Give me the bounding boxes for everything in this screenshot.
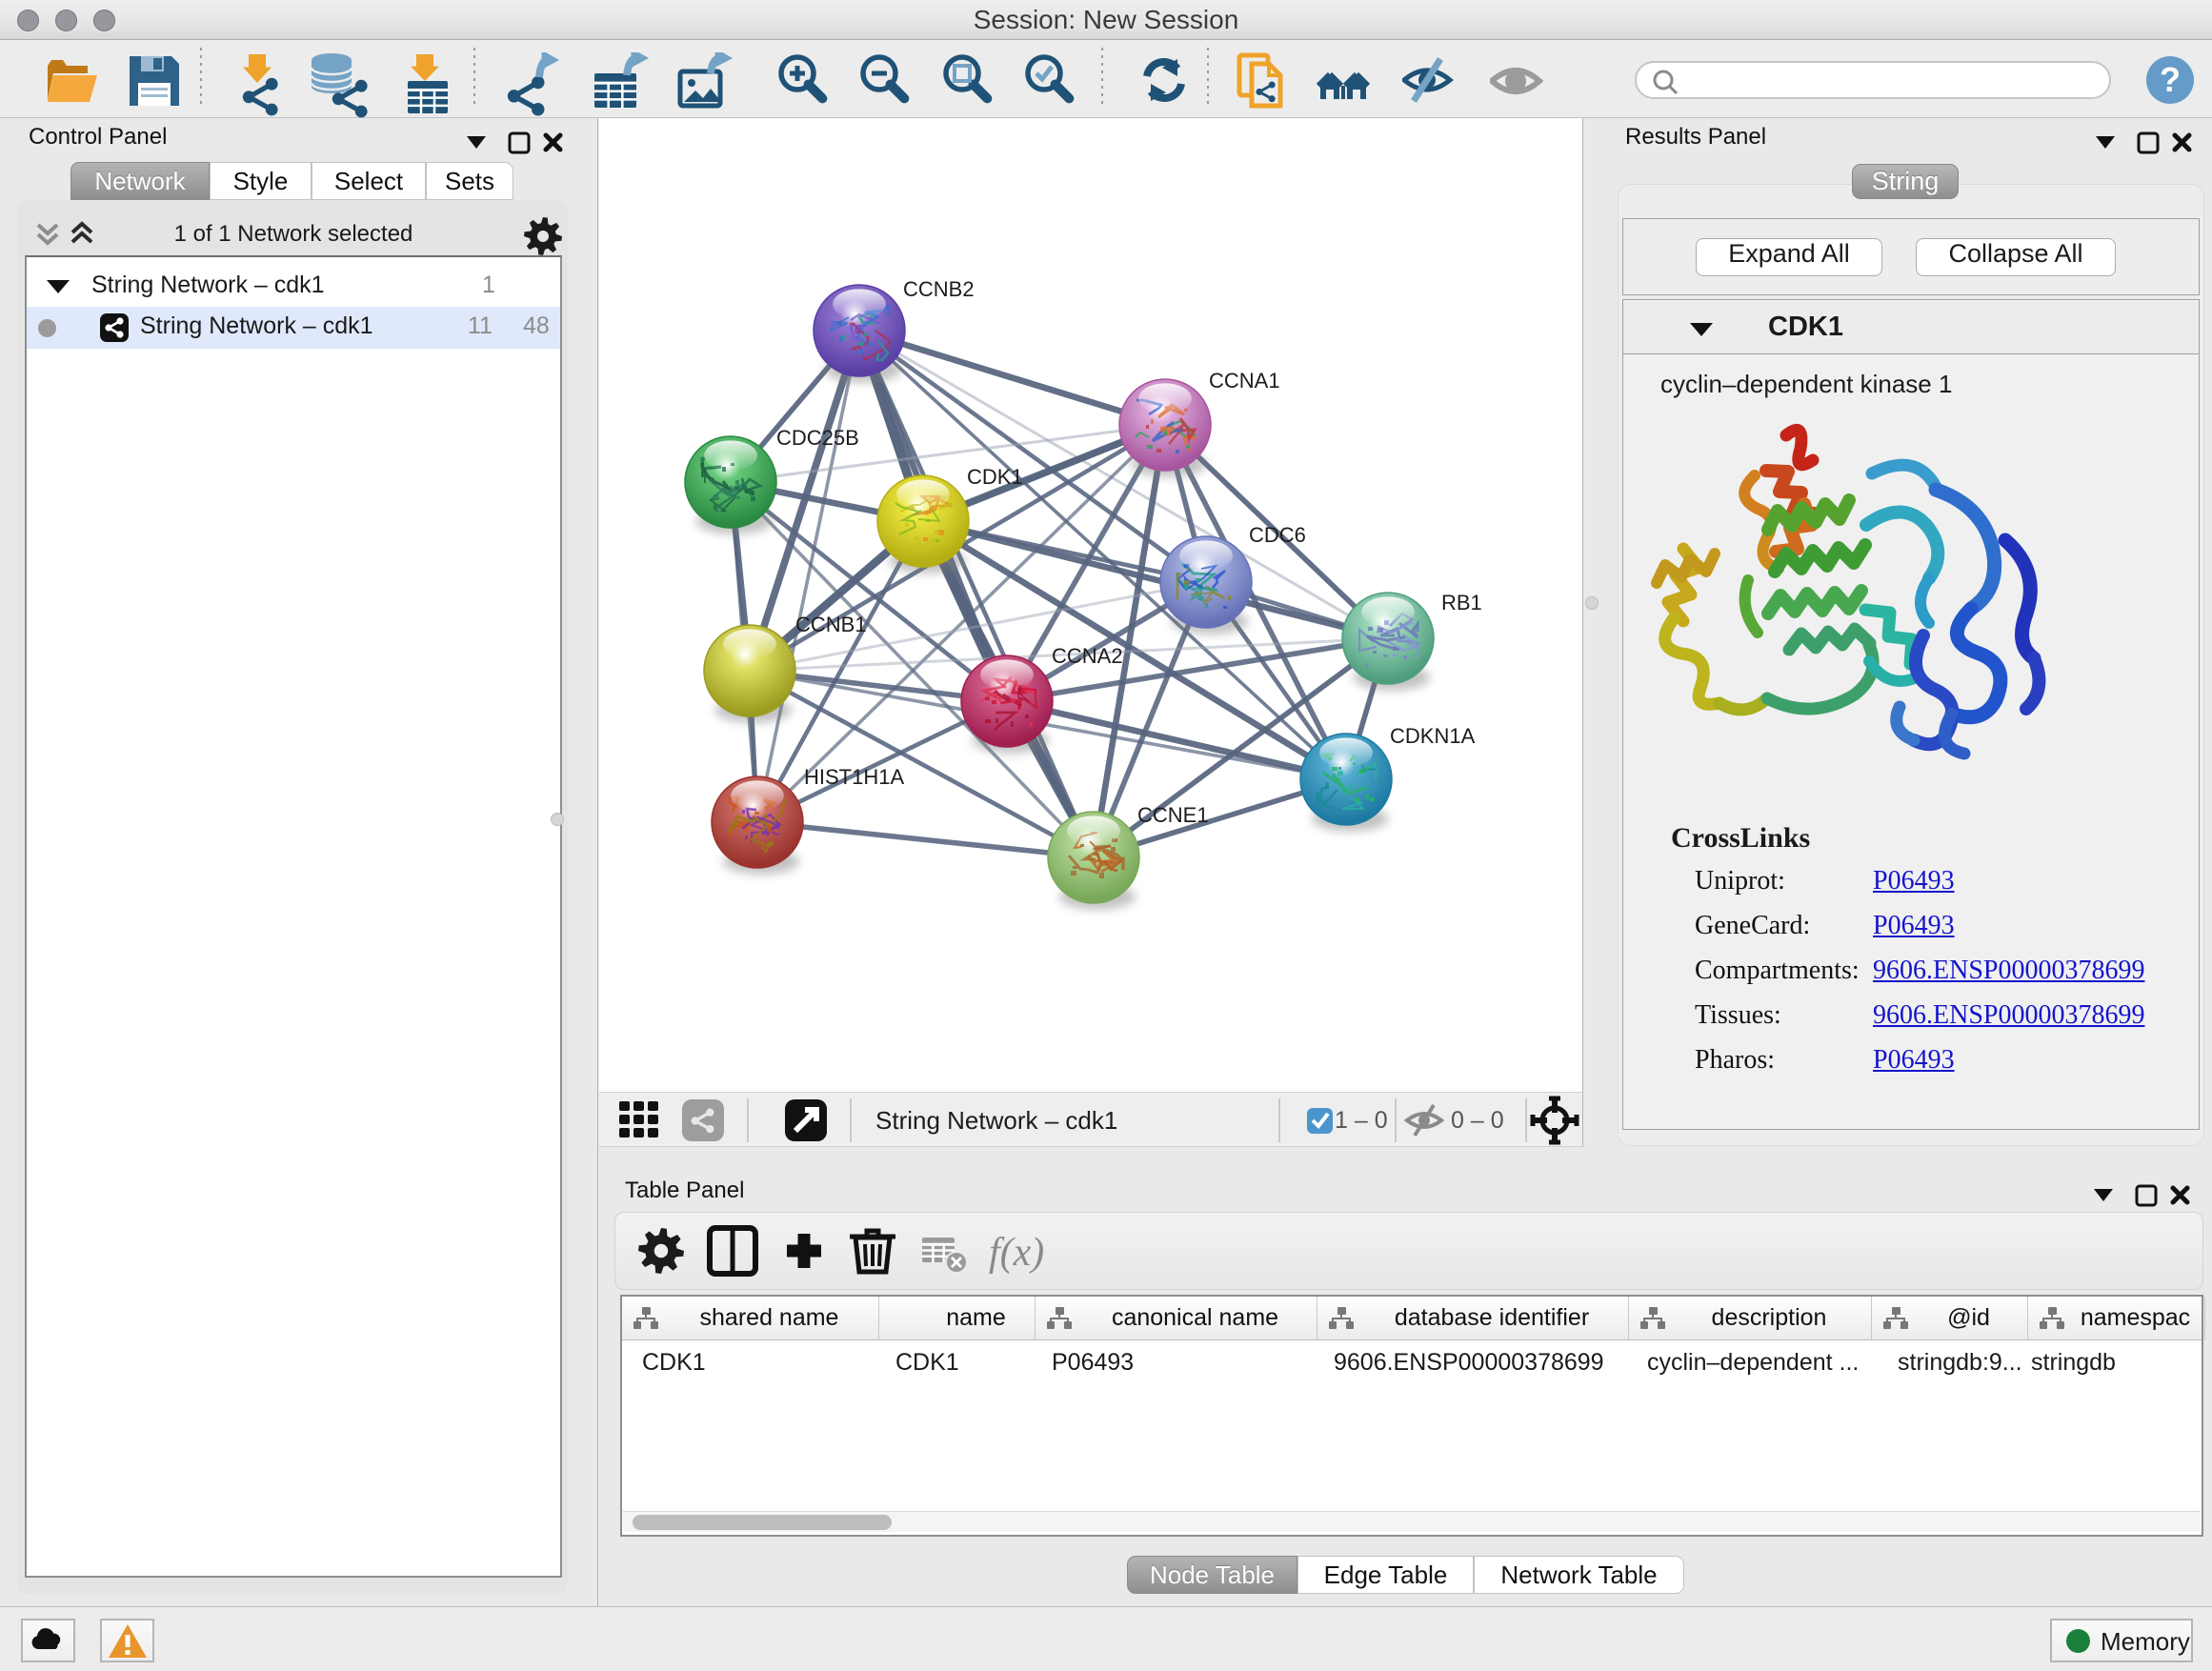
svg-text:CCNB1: CCNB1: [795, 613, 867, 636]
svg-text:CCNA1: CCNA1: [1209, 369, 1280, 393]
svg-text:CDC6: CDC6: [1249, 523, 1306, 547]
svg-text:?: ?: [2160, 60, 2181, 99]
svg-text:CDKN1A: CDKN1A: [1390, 724, 1476, 748]
svg-text:String Network – cdk1: String Network – cdk1: [875, 1106, 1117, 1135]
svg-text:0 – 0: 0 – 0: [1451, 1107, 1504, 1134]
svg-text:CCNE1: CCNE1: [1137, 803, 1209, 827]
svg-text:f(x): f(x): [989, 1231, 1044, 1275]
svg-text:CDC25B: CDC25B: [776, 426, 859, 450]
svg-text:CCNB2: CCNB2: [903, 277, 975, 301]
svg-text:CDK1: CDK1: [967, 465, 1023, 489]
svg-text:CCNA2: CCNA2: [1052, 644, 1123, 668]
svg-text:1 – 0: 1 – 0: [1335, 1107, 1388, 1134]
svg-text:HIST1H1A: HIST1H1A: [804, 765, 904, 789]
svg-text:RB1: RB1: [1441, 591, 1482, 614]
